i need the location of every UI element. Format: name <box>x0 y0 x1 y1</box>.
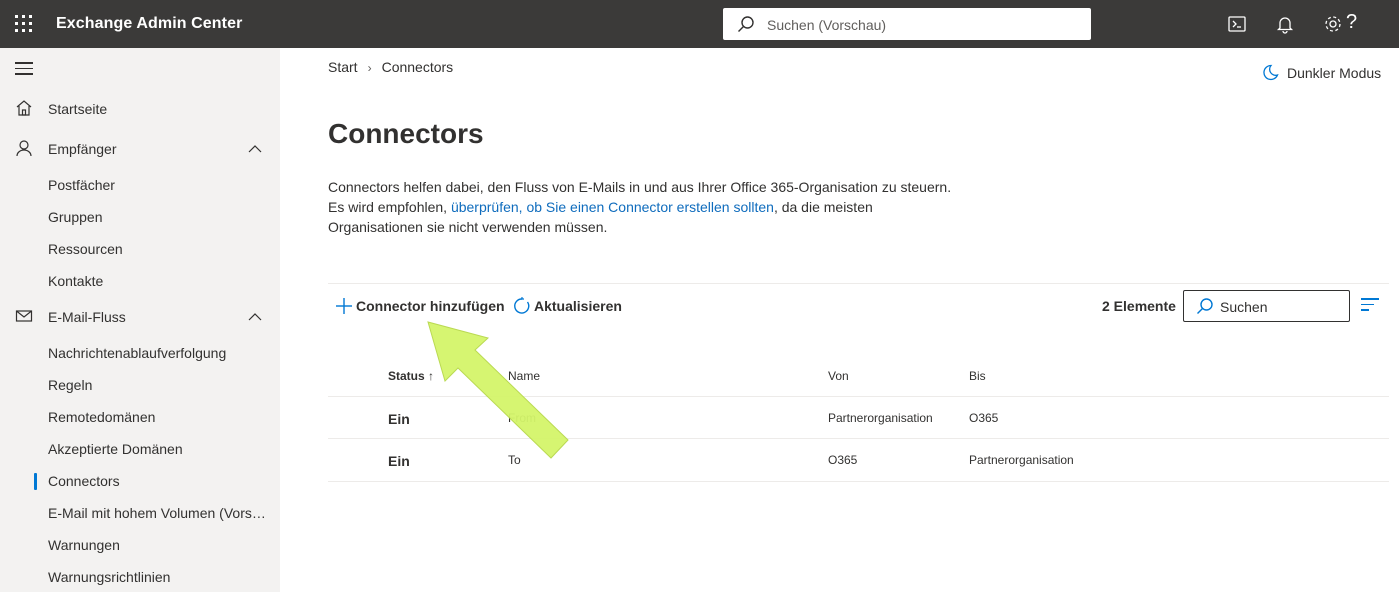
sidebar-item-gruppen[interactable]: Gruppen <box>0 201 280 233</box>
sidebar-item-empfaenger[interactable]: Empfänger <box>0 133 280 165</box>
column-header-status[interactable]: Status ↑ <box>388 369 434 383</box>
sidebar-item-label: E-Mail-Fluss <box>48 309 126 325</box>
filter-icon[interactable] <box>1361 298 1379 312</box>
sidebar-item-label: Connectors <box>48 473 120 489</box>
list-search-placeholder: Suchen <box>1220 299 1268 315</box>
app-title[interactable]: Exchange Admin Center <box>56 15 242 33</box>
recommendation-link[interactable]: überprüfen, ob Sie einen Connector erste… <box>451 199 774 215</box>
refresh-icon <box>514 297 530 314</box>
home-icon <box>16 100 32 116</box>
cell-from: O365 <box>828 453 858 467</box>
page-description: Connectors helfen dabei, den Fluss von E… <box>328 177 968 237</box>
cloud-shell-icon[interactable] <box>1225 12 1249 36</box>
description-line: Organisationen sie nicht verwenden müsse… <box>328 219 608 235</box>
breadcrumb: Start › Connectors <box>328 59 453 75</box>
cell-status: Ein <box>388 411 410 427</box>
list-search-input[interactable]: Suchen <box>1183 290 1350 322</box>
chevron-up-icon[interactable] <box>248 310 262 324</box>
sidebar-item-akzeptierte-domaenen[interactable]: Akzeptierte Domänen <box>0 433 280 465</box>
search-icon <box>1197 298 1213 314</box>
add-connector-label: Connector hinzufügen <box>356 298 505 314</box>
gear-icon[interactable] <box>1321 12 1345 36</box>
active-indicator <box>34 473 37 490</box>
sidebar-item-label: Akzeptierte Domänen <box>48 441 183 457</box>
global-search-placeholder: Suchen (Vorschau) <box>767 17 887 33</box>
description-text: , da die meisten <box>773 199 873 215</box>
cell-name[interactable]: To <box>508 453 521 467</box>
bell-icon[interactable] <box>1273 12 1297 36</box>
refresh-label: Aktualisieren <box>534 298 622 314</box>
person-icon <box>16 140 32 157</box>
sidebar-item-label: Remotedomänen <box>48 409 156 425</box>
item-count: 2 Elemente <box>1102 298 1176 314</box>
cell-from: Partnerorganisation <box>828 411 933 425</box>
sidebar-item-label: Empfänger <box>48 141 117 157</box>
breadcrumb-current: Connectors <box>381 59 454 75</box>
sidebar-item-label: Nachrichtenablaufverfolgung <box>48 345 227 361</box>
global-search-input[interactable]: Suchen (Vorschau) <box>723 8 1091 40</box>
refresh-button[interactable]: Aktualisieren <box>513 296 623 318</box>
sidebar-item-startseite[interactable]: Startseite <box>0 93 280 125</box>
plus-icon <box>336 298 352 314</box>
sidebar-item-regeln[interactable]: Regeln <box>0 369 280 401</box>
sidebar-item-ressourcen[interactable]: Ressourcen <box>0 233 280 265</box>
column-header-name[interactable]: Name <box>508 369 540 383</box>
description-line: Connectors helfen dabei, den Fluss von E… <box>328 179 952 195</box>
chevron-right-icon: › <box>367 61 372 75</box>
sidebar-item-warnungsrichtlinien[interactable]: Warnungsrichtlinien <box>0 561 280 592</box>
sidebar-item-remotedomaenen[interactable]: Remotedomänen <box>0 401 280 433</box>
sidebar-item-email-hohes-volumen[interactable]: E-Mail mit hohem Volumen (Vorschau) <box>0 497 280 529</box>
table-row[interactable]: Ein From Partnerorganisation O365 <box>328 396 1389 439</box>
cell-to: O365 <box>969 411 999 425</box>
top-bar: Exchange Admin Center Suchen (Vorschau) … <box>0 0 1399 48</box>
sidebar-item-nachrichtenablaufverfolgung[interactable]: Nachrichtenablaufverfolgung <box>0 337 280 369</box>
column-header-from[interactable]: Von <box>828 369 849 383</box>
page-title: Connectors <box>328 118 484 149</box>
sort-ascending-icon: ↑ <box>428 369 435 383</box>
help-icon[interactable]: ? <box>1346 11 1357 34</box>
moon-icon <box>1263 64 1279 81</box>
hamburger-icon[interactable] <box>15 62 33 76</box>
description-text: Es wird empfohlen, <box>328 199 451 215</box>
sidebar-item-label: Warnungsrichtlinien <box>48 569 171 585</box>
mail-icon <box>15 310 33 322</box>
app-launcher-icon[interactable] <box>15 15 33 33</box>
breadcrumb-home[interactable]: Start <box>328 59 358 75</box>
add-connector-button[interactable]: Connector hinzufügen <box>335 296 505 318</box>
sidebar-item-label: Gruppen <box>48 209 103 225</box>
column-header-label: Status <box>388 369 425 383</box>
sidebar-item-label: Warnungen <box>48 537 120 553</box>
description-line: Es wird empfohlen, überprüfen, ob Sie ei… <box>328 197 968 217</box>
divider <box>328 283 1389 284</box>
sidebar-item-label: Kontakte <box>48 273 104 289</box>
cell-status: Ein <box>388 453 410 469</box>
search-icon <box>738 16 754 32</box>
sidebar: Startseite Empfänger Postfächer Gruppen … <box>0 48 280 592</box>
sidebar-item-label: Regeln <box>48 377 93 393</box>
cell-to: Partnerorganisation <box>969 453 1074 467</box>
sidebar-item-kontakte[interactable]: Kontakte <box>0 265 280 297</box>
chevron-up-icon[interactable] <box>248 142 262 156</box>
dark-mode-label: Dunkler Modus <box>1287 65 1382 81</box>
sidebar-item-connectors[interactable]: Connectors <box>0 465 280 497</box>
cell-name[interactable]: From <box>508 411 536 425</box>
sidebar-item-email-fluss[interactable]: E-Mail-Fluss <box>0 301 280 333</box>
sidebar-item-label: Ressourcen <box>48 241 123 257</box>
sidebar-item-label: E-Mail mit hohem Volumen (Vorschau) <box>48 505 268 521</box>
sidebar-item-label: Postfächer <box>48 177 115 193</box>
sidebar-item-warnungen[interactable]: Warnungen <box>0 529 280 561</box>
table-row[interactable]: Ein To O365 Partnerorganisation <box>328 439 1389 482</box>
sidebar-item-postfaecher[interactable]: Postfächer <box>0 169 280 201</box>
sidebar-item-label: Startseite <box>48 101 108 117</box>
column-header-to[interactable]: Bis <box>969 369 986 383</box>
